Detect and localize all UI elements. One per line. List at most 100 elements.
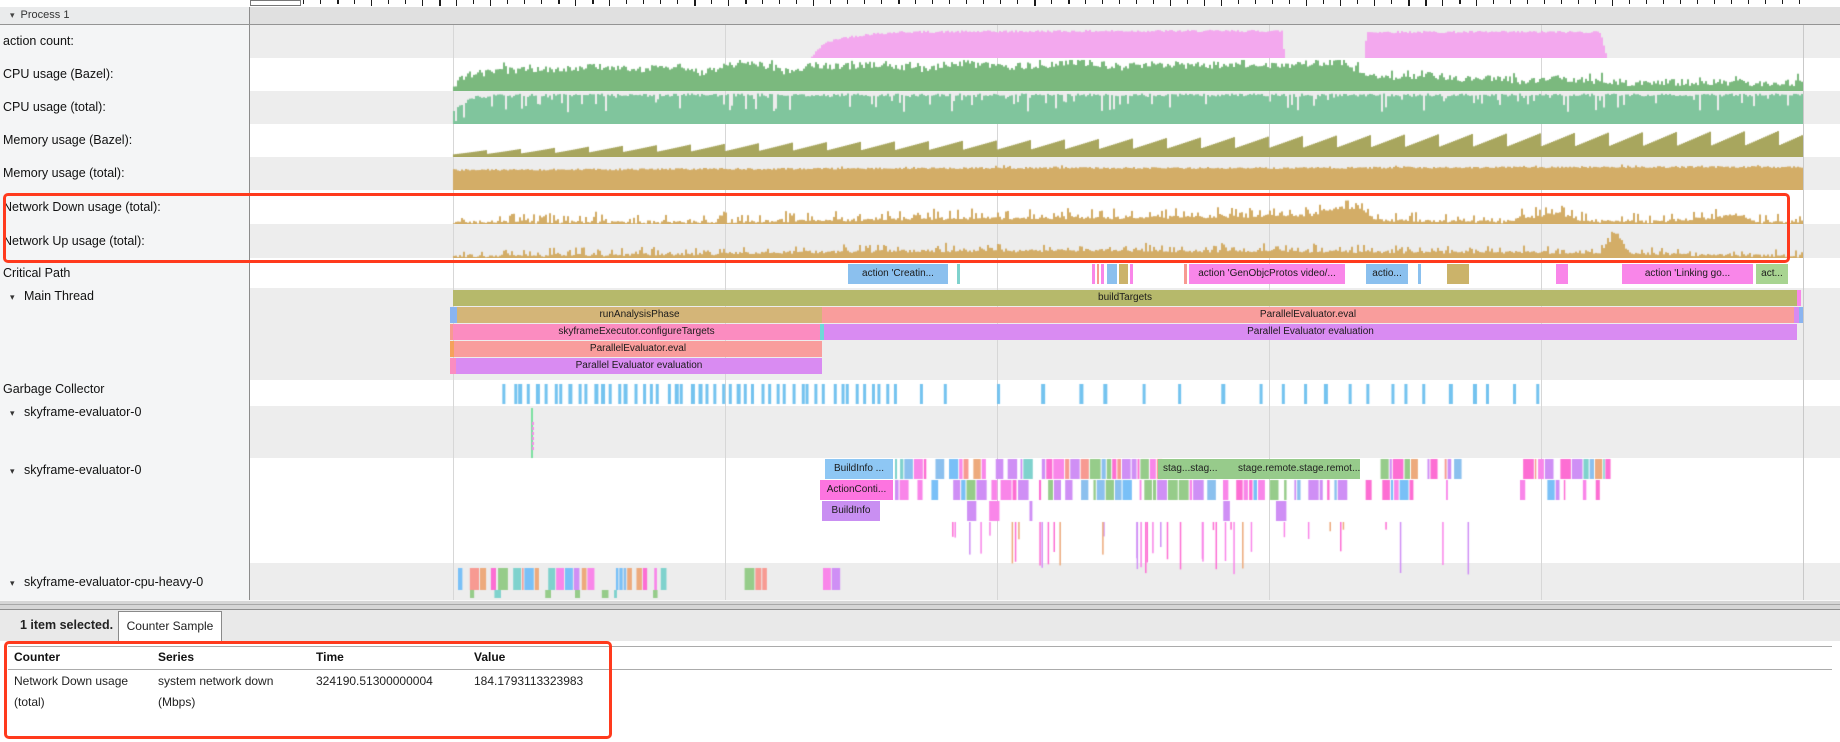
- cpu-bazel-chart[interactable]: [250, 58, 1803, 91]
- action-count-chart[interactable]: [250, 25, 1803, 58]
- net-up-chart[interactable]: [250, 224, 1803, 258]
- ruler-tick: [966, 0, 967, 4]
- critical-path-slice[interactable]: [1101, 264, 1104, 284]
- ruler-tick: [1306, 0, 1307, 6]
- thread-slices-canvas[interactable]: [250, 380, 1803, 600]
- ruler-tick: [473, 0, 474, 4]
- caret-down-icon[interactable]: ▾: [10, 292, 24, 303]
- sidebar-item-critical-path[interactable]: Critical Path: [0, 266, 251, 280]
- track-label: Memory usage (Bazel):: [3, 133, 132, 147]
- critical-path-slice[interactable]: [1092, 264, 1095, 284]
- skyframe-slice-label[interactable]: ActionConti...: [820, 480, 893, 500]
- caret-down-icon[interactable]: ▾: [10, 578, 24, 589]
- critical-path-slice[interactable]: action 'GenObjcProtos video/...: [1189, 264, 1345, 284]
- track-label: CPU usage (Bazel):: [3, 67, 113, 81]
- ruler-tick: [1153, 0, 1154, 4]
- table-cell[interactable]: 184.1793113323983: [474, 671, 583, 692]
- net-down-chart[interactable]: [250, 190, 1803, 224]
- critical-path-slice[interactable]: action 'Linking go...: [1622, 264, 1753, 284]
- ruler-tick: [1017, 0, 1018, 4]
- critical-path-slice[interactable]: [1447, 264, 1469, 284]
- sidebar-item-garbage-collector[interactable]: Garbage Collector: [0, 382, 251, 396]
- ruler-tick: [592, 0, 594, 4]
- critical-path-slice[interactable]: [957, 264, 960, 284]
- ruler-tick: [1697, 0, 1698, 4]
- critical-path-slice[interactable]: action 'Creatin...: [848, 264, 948, 284]
- ruler-tick: [541, 0, 542, 4]
- main-thread-slice[interactable]: ParallelEvaluator.eval: [454, 341, 822, 357]
- critical-path-slice[interactable]: [1107, 264, 1117, 284]
- skyframe-slice-label[interactable]: BuildInfo ...: [825, 459, 893, 479]
- ruler-tick: [745, 0, 747, 4]
- ruler-tick: [303, 0, 304, 4]
- ruler-tick: [1680, 0, 1681, 4]
- ruler-tick: [1544, 0, 1545, 4]
- skyframe-overlapping-label: stage.remote.stage.remot...: [1238, 459, 1360, 479]
- ruler-tick: [1799, 0, 1800, 4]
- mem-bazel-chart[interactable]: [250, 124, 1803, 157]
- sidebar-item-memory-usage-total[interactable]: Memory usage (total):: [0, 166, 251, 180]
- sidebar-item-cpu-usage-bazel[interactable]: CPU usage (Bazel):: [0, 67, 251, 81]
- table-cell[interactable]: Network Down usage(total): [14, 671, 128, 713]
- table-cell[interactable]: system network down(Mbps): [158, 671, 273, 713]
- sidebar-item-skyframe-evaluator-cpu-heavy-0[interactable]: ▾skyframe-evaluator-cpu-heavy-0: [0, 575, 258, 589]
- ruler-tick: [1136, 0, 1137, 4]
- table-column-series[interactable]: Series: [158, 650, 194, 664]
- ruler-tick: [1068, 0, 1070, 4]
- sidebar-item-network-up-usage-total[interactable]: Network Up usage (total):: [0, 234, 251, 248]
- ruler-tick: [354, 0, 355, 4]
- sidebar-item-memory-usage-bazel[interactable]: Memory usage (Bazel):: [0, 133, 251, 147]
- critical-path-slice[interactable]: [1184, 264, 1187, 284]
- ruler-tick: [1102, 0, 1103, 4]
- mem-total-chart[interactable]: [250, 157, 1803, 190]
- caret-down-icon[interactable]: ▾: [10, 10, 15, 21]
- ruler-tick: [626, 0, 627, 4]
- panel-splitter[interactable]: [0, 600, 1840, 610]
- process-header-left[interactable]: ▾Process 1: [0, 7, 250, 24]
- table-column-time[interactable]: Time: [316, 650, 344, 664]
- sidebar-item-main-thread[interactable]: ▾Main Thread: [0, 289, 258, 303]
- ruler-tick: [779, 0, 780, 4]
- critical-path-slice[interactable]: act...: [1756, 264, 1788, 284]
- critical-path-slice[interactable]: [1418, 264, 1421, 284]
- ruler-tick: [830, 0, 831, 4]
- main-thread-slice[interactable]: [450, 307, 457, 323]
- ruler-tick: [1289, 0, 1290, 4]
- cpu-total-chart[interactable]: [250, 91, 1803, 124]
- ruler-tick: [609, 0, 610, 6]
- sidebar-item-skyframe-evaluator-0[interactable]: ▾skyframe-evaluator-0: [0, 463, 258, 477]
- main-thread-slice[interactable]: skyframeExecutor.configureTargets: [453, 324, 820, 340]
- track-label: Garbage Collector: [3, 382, 104, 396]
- caret-down-icon[interactable]: ▾: [10, 408, 24, 419]
- skyframe-slice-label[interactable]: BuildInfo: [822, 501, 880, 521]
- tab-counter-sample[interactable]: Counter Sample (1): [118, 611, 222, 641]
- main-thread-slice[interactable]: buildTargets: [453, 290, 1797, 306]
- critical-path-slice[interactable]: [1119, 264, 1128, 284]
- main-thread-slice[interactable]: runAnalysisPhase: [457, 307, 822, 323]
- critical-path-slice[interactable]: actio...: [1366, 264, 1408, 284]
- sidebar-item-skyframe-evaluator-0[interactable]: ▾skyframe-evaluator-0: [0, 405, 258, 419]
- sidebar-item-action-count[interactable]: action count:: [0, 34, 251, 48]
- main-thread-slice[interactable]: Parallel Evaluator evaluation: [456, 358, 822, 374]
- table-column-counter[interactable]: Counter: [14, 650, 60, 664]
- sidebar-item-network-down-usage-total[interactable]: Network Down usage (total):: [0, 200, 251, 214]
- ruler-tick: [1272, 0, 1273, 4]
- trace-viewer: ▾Process 1 action 'Creatin... action 'Gen…: [0, 0, 1840, 742]
- sidebar-item-cpu-usage-total[interactable]: CPU usage (total):: [0, 100, 251, 114]
- viewport-indicator[interactable]: [250, 0, 301, 6]
- process-header[interactable]: ▾Process 1: [0, 7, 1840, 25]
- track-row[interactable]: [250, 258, 1840, 288]
- ruler-tick: [1714, 0, 1715, 4]
- table-cell[interactable]: 324190.51300000004: [316, 671, 433, 692]
- main-thread-slice[interactable]: [1799, 307, 1803, 323]
- main-thread-slice[interactable]: Parallel Evaluator evaluation: [824, 324, 1797, 340]
- critical-path-slice[interactable]: [1556, 264, 1568, 284]
- selection-status: 1 item selected.: [20, 618, 113, 632]
- ruler-tick: [575, 0, 576, 6]
- main-thread-slice[interactable]: ParallelEvaluator.eval: [822, 307, 1794, 323]
- critical-path-slice[interactable]: [1097, 264, 1099, 284]
- caret-down-icon[interactable]: ▾: [10, 466, 24, 477]
- main-thread-slice[interactable]: [1797, 290, 1801, 306]
- critical-path-slice[interactable]: [1130, 264, 1133, 284]
- table-column-value[interactable]: Value: [474, 650, 505, 664]
